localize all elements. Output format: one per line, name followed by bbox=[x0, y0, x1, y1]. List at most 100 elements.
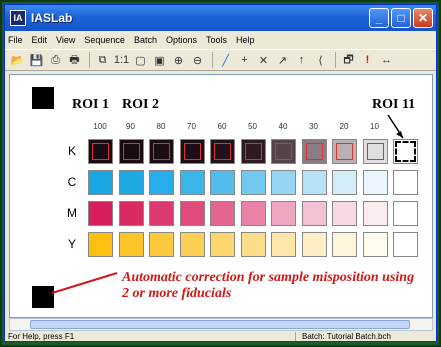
arrow-up-right-icon[interactable]: ↗ bbox=[274, 52, 291, 69]
color-patch bbox=[240, 201, 266, 226]
roi-box[interactable] bbox=[336, 143, 353, 160]
toolbar-separator bbox=[89, 52, 90, 68]
roi-label-1: ROI 1 bbox=[72, 97, 109, 112]
roi-label-11: ROI 11 bbox=[372, 97, 416, 112]
open-icon[interactable]: 📂 bbox=[9, 52, 26, 69]
roi-box[interactable] bbox=[153, 143, 170, 160]
cross-icon[interactable]: ✕ bbox=[255, 52, 272, 69]
frame-fill-icon[interactable]: ▣ bbox=[151, 52, 168, 69]
color-patch bbox=[301, 170, 327, 195]
one-to-one-icon[interactable]: 1:1 bbox=[113, 52, 130, 69]
menu-sequence[interactable]: Sequence bbox=[84, 35, 125, 45]
color-patch bbox=[271, 232, 296, 257]
roi-box[interactable] bbox=[122, 143, 140, 160]
color-patch bbox=[210, 232, 235, 257]
roi-box[interactable] bbox=[366, 143, 384, 160]
roi-box[interactable] bbox=[183, 143, 201, 160]
menu-edit[interactable]: Edit bbox=[32, 35, 48, 45]
column-header: 30 bbox=[309, 122, 318, 131]
minimize-button[interactable]: _ bbox=[369, 8, 389, 28]
menu-batch[interactable]: Batch bbox=[134, 35, 157, 45]
bracket-icon[interactable]: ⟨ bbox=[312, 52, 329, 69]
plus-icon[interactable]: + bbox=[236, 52, 253, 69]
column-header: 40 bbox=[278, 122, 288, 131]
horizontal-scrollbar[interactable] bbox=[9, 318, 433, 331]
color-patch bbox=[393, 232, 418, 257]
color-patch bbox=[362, 232, 388, 257]
color-patch bbox=[88, 170, 113, 195]
color-patch bbox=[88, 232, 113, 257]
color-patch bbox=[118, 232, 144, 257]
column-header: 50 bbox=[248, 122, 257, 131]
color-patch bbox=[362, 170, 388, 195]
scroll-thumb[interactable] bbox=[30, 320, 410, 329]
color-patch bbox=[149, 170, 174, 195]
color-patch bbox=[118, 170, 144, 195]
row-header: Y bbox=[67, 237, 76, 251]
color-patch bbox=[210, 201, 235, 226]
color-patch bbox=[301, 232, 327, 257]
arrows-horizontal-icon[interactable]: ↔ bbox=[378, 52, 395, 69]
print-icon[interactable]: 🖶 bbox=[66, 52, 83, 69]
color-patch bbox=[149, 232, 174, 257]
color-patch bbox=[362, 201, 388, 226]
arrow-up-icon[interactable]: ↑ bbox=[293, 52, 310, 69]
app-window: IA IASLab _ □ ✕ File Edit View Sequence … bbox=[4, 4, 437, 342]
maximize-button[interactable]: □ bbox=[391, 8, 411, 28]
alert-icon[interactable]: ! bbox=[359, 52, 376, 69]
color-patch bbox=[179, 201, 205, 226]
toolbar-separator bbox=[335, 52, 336, 68]
roi-box[interactable] bbox=[275, 143, 292, 160]
roi-box[interactable] bbox=[214, 143, 231, 160]
color-patch bbox=[393, 201, 418, 226]
menu-bar: File Edit View Sequence Batch Options To… bbox=[5, 31, 436, 48]
fiducial-top-left bbox=[32, 87, 54, 109]
color-patch bbox=[179, 170, 205, 195]
zoom-out-icon[interactable]: ⊖ bbox=[189, 52, 206, 69]
row-header: C bbox=[67, 175, 77, 189]
menu-file[interactable]: File bbox=[8, 35, 23, 45]
annotation-text: Automatic correction for sample misposit… bbox=[122, 270, 415, 301]
preview-icon[interactable]: ⎙ bbox=[47, 52, 64, 69]
color-patch bbox=[301, 201, 327, 226]
menu-tools[interactable]: Tools bbox=[206, 35, 227, 45]
color-patch bbox=[118, 201, 144, 226]
menu-options[interactable]: Options bbox=[166, 35, 197, 45]
column-header: 70 bbox=[187, 122, 196, 131]
roi-label-2: ROI 2 bbox=[122, 97, 159, 112]
window-title: IASLab bbox=[31, 11, 73, 25]
color-patch bbox=[332, 170, 357, 195]
row-header: K bbox=[67, 144, 76, 158]
color-patch bbox=[332, 232, 357, 257]
fiducial-bottom-left bbox=[32, 286, 54, 308]
color-patch bbox=[271, 201, 296, 226]
column-header: 60 bbox=[217, 122, 227, 131]
properties-icon[interactable]: 🗗 bbox=[340, 52, 357, 69]
zoom-in-icon[interactable]: ⊕ bbox=[170, 52, 187, 69]
app-icon: IA bbox=[10, 10, 26, 26]
frame-icon[interactable]: ▢ bbox=[132, 52, 149, 69]
column-header: 100 bbox=[93, 122, 107, 131]
close-button[interactable]: ✕ bbox=[413, 8, 433, 28]
roi-box[interactable] bbox=[395, 141, 416, 162]
roi-box[interactable] bbox=[92, 143, 109, 160]
status-bar: For Help, press F1 Batch: Tutorial Batch… bbox=[5, 331, 436, 342]
color-patch bbox=[271, 170, 296, 195]
color-patch bbox=[240, 232, 266, 257]
menu-help[interactable]: Help bbox=[236, 35, 255, 45]
status-batch: Batch: Tutorial Batch.bch bbox=[295, 332, 391, 341]
line-tool-icon[interactable]: ╱ bbox=[217, 52, 234, 69]
menu-view[interactable]: View bbox=[56, 35, 75, 45]
color-patch bbox=[393, 170, 418, 195]
title-bar[interactable]: IA IASLab _ □ ✕ bbox=[5, 5, 436, 31]
toolbar-separator bbox=[212, 52, 213, 68]
image-view[interactable]: ROI 1 ROI 2 ROI 11 100 90 80 70 60 50 40 30 20 10… bbox=[9, 74, 433, 318]
color-patch bbox=[332, 201, 357, 226]
color-patch bbox=[88, 201, 113, 226]
copy-icon[interactable]: ⧉ bbox=[94, 52, 111, 69]
column-header: 80 bbox=[156, 122, 166, 131]
color-patch bbox=[210, 170, 235, 195]
roi-box[interactable] bbox=[244, 143, 262, 160]
save-icon[interactable]: 💾 bbox=[28, 52, 45, 69]
roi-box[interactable] bbox=[305, 143, 323, 160]
